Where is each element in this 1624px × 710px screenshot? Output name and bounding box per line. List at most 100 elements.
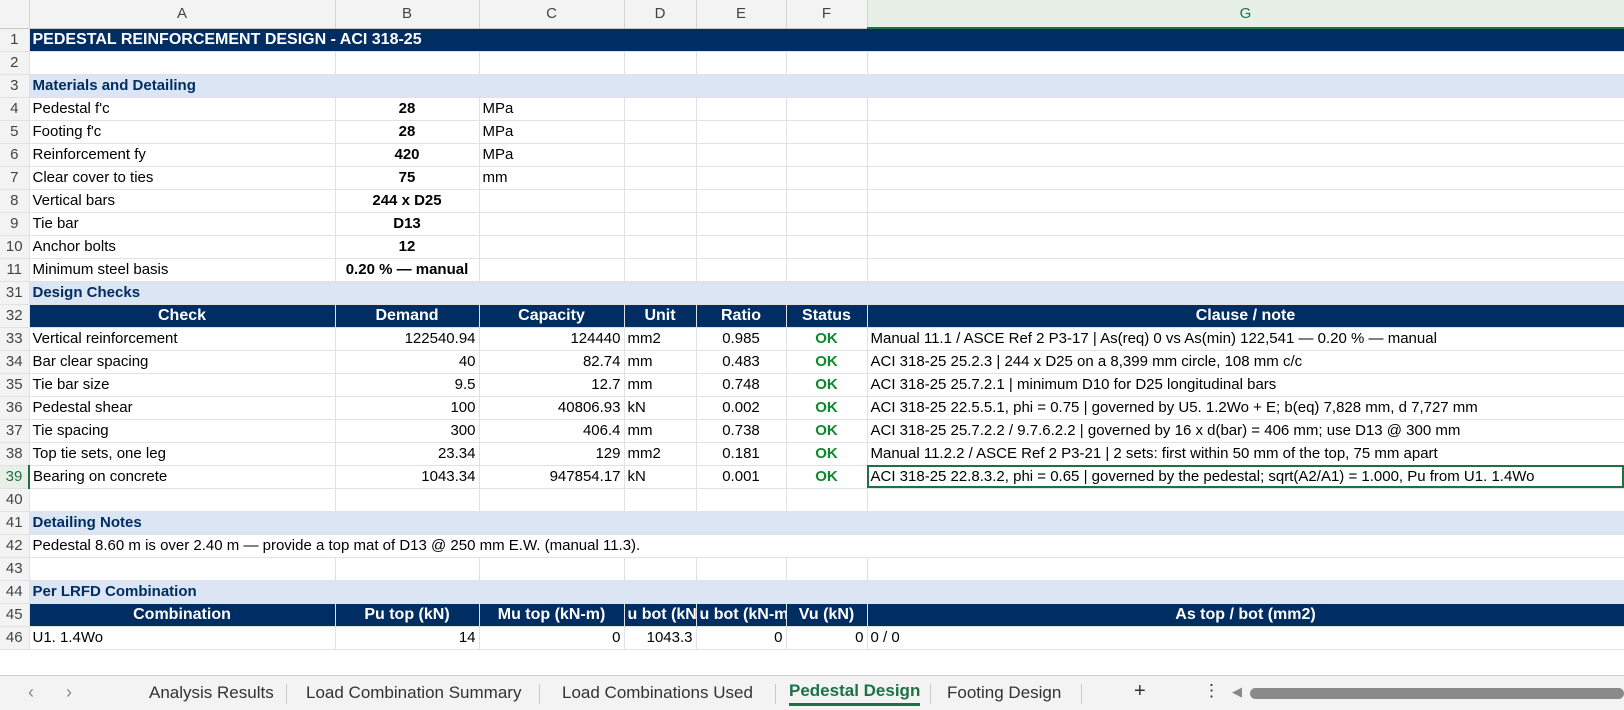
check-status[interactable]: OK — [785, 349, 868, 374]
row-header[interactable]: 45 — [0, 603, 30, 627]
check-unit[interactable]: mm — [623, 418, 697, 443]
check-demand[interactable]: 23.34 — [334, 441, 480, 466]
check-ratio[interactable]: 0.985 — [695, 326, 787, 351]
tab-footing-design[interactable]: Footing Design — [947, 683, 1061, 703]
material-value[interactable]: 75 — [334, 165, 480, 190]
cell[interactable] — [786, 258, 868, 282]
check-capacity[interactable]: 82.74 — [478, 349, 625, 374]
column-header-b[interactable]: B — [335, 0, 480, 29]
lrfd-vu[interactable]: 0 — [785, 625, 868, 650]
row-header[interactable]: 36 — [0, 396, 30, 420]
detailing-note[interactable]: Pedestal 8.60 m is over 2.40 m — provide… — [29, 534, 1624, 558]
cell[interactable] — [696, 166, 787, 190]
cell[interactable] — [696, 51, 787, 75]
check-unit[interactable]: kN — [623, 395, 697, 420]
column-header-e[interactable]: E — [696, 0, 787, 29]
check-name[interactable]: Bearing on concrete — [28, 464, 336, 489]
cell[interactable] — [624, 97, 697, 121]
prev-sheet-icon[interactable]: ‹ — [28, 682, 34, 703]
check-clause[interactable]: Manual 11.2.2 / ASCE Ref 2 P3-21 | 2 set… — [866, 441, 1624, 466]
cell[interactable] — [696, 97, 787, 121]
cell[interactable] — [696, 120, 787, 144]
section-heading-materials[interactable]: Materials and Detailing — [29, 73, 1624, 98]
cell[interactable] — [29, 488, 336, 512]
check-status[interactable]: OK — [785, 418, 868, 443]
row-header[interactable]: 1 — [0, 28, 30, 52]
material-unit[interactable]: MPa — [478, 142, 625, 167]
check-status[interactable]: OK — [785, 326, 868, 351]
check-unit[interactable]: mm2 — [623, 326, 697, 351]
row-header[interactable]: 2 — [0, 51, 30, 75]
check-name[interactable]: Top tie sets, one leg — [28, 441, 336, 466]
cell[interactable] — [867, 143, 1624, 167]
selected-cell-clause[interactable]: ACI 318-25 22.8.3.2, phi = 0.65 | govern… — [866, 464, 1624, 489]
check-capacity[interactable]: 406.4 — [478, 418, 625, 443]
row-header[interactable]: 7 — [0, 166, 30, 190]
cell[interactable] — [867, 258, 1624, 282]
row-header[interactable]: 11 — [0, 258, 30, 282]
cell[interactable] — [479, 51, 625, 75]
check-unit[interactable]: kN — [623, 464, 697, 489]
material-label[interactable]: Anchor bolts — [28, 234, 336, 259]
cell[interactable] — [786, 557, 868, 581]
material-unit[interactable] — [478, 234, 625, 259]
header-ratio[interactable]: Ratio — [696, 304, 787, 328]
check-demand[interactable]: 122540.94 — [334, 326, 480, 351]
check-clause[interactable]: Manual 11.1 / ASCE Ref 2 P3-17 | As(req)… — [866, 326, 1624, 351]
cell[interactable] — [867, 166, 1624, 190]
check-ratio[interactable]: 0.738 — [695, 418, 787, 443]
check-name[interactable]: Tie spacing — [28, 418, 336, 443]
check-unit[interactable]: mm — [623, 372, 697, 397]
row-header[interactable]: 6 — [0, 143, 30, 167]
check-clause[interactable]: ACI 318-25 25.7.2.1 | minimum D10 for D2… — [866, 372, 1624, 397]
check-unit[interactable]: mm2 — [623, 441, 697, 466]
material-label[interactable]: Vertical bars — [28, 188, 336, 213]
cell[interactable] — [696, 557, 787, 581]
check-demand[interactable]: 1043.34 — [334, 464, 480, 489]
header-mu-top[interactable]: Mu top (kN-m) — [479, 603, 625, 627]
column-header-d[interactable]: D — [624, 0, 697, 29]
row-header[interactable]: 33 — [0, 327, 30, 351]
cell[interactable] — [867, 189, 1624, 213]
cell[interactable] — [29, 557, 336, 581]
row-header[interactable]: 4 — [0, 97, 30, 121]
header-clause[interactable]: Clause / note — [867, 304, 1624, 328]
material-label[interactable]: Minimum steel basis — [28, 257, 336, 282]
cell[interactable] — [624, 212, 697, 236]
check-ratio[interactable]: 0.001 — [695, 464, 787, 489]
row-header[interactable]: 39 — [0, 465, 30, 489]
cell[interactable] — [867, 235, 1624, 259]
material-label[interactable]: Pedestal f'c — [28, 96, 336, 121]
check-name[interactable]: Pedestal shear — [28, 395, 336, 420]
header-as[interactable]: As top / bot (mm2) — [867, 603, 1624, 627]
cell[interactable] — [786, 488, 868, 512]
check-name[interactable]: Tie bar size — [28, 372, 336, 397]
cell[interactable] — [867, 120, 1624, 144]
tab-load-combination-summary[interactable]: Load Combination Summary — [306, 683, 521, 703]
check-demand[interactable]: 100 — [334, 395, 480, 420]
cell[interactable] — [335, 557, 480, 581]
header-check[interactable]: Check — [29, 304, 336, 328]
horizontal-scrollbar[interactable] — [1250, 688, 1624, 699]
sheet-title[interactable]: PEDESTAL REINFORCEMENT DESIGN - ACI 318-… — [29, 28, 1624, 52]
row-header[interactable]: 31 — [0, 281, 30, 305]
add-sheet-icon[interactable]: + — [1134, 680, 1146, 703]
cell[interactable] — [335, 51, 480, 75]
cell[interactable] — [624, 120, 697, 144]
header-pu-bot[interactable]: u bot (kN — [624, 603, 697, 627]
cell[interactable] — [624, 235, 697, 259]
row-header[interactable]: 37 — [0, 419, 30, 443]
check-clause[interactable]: ACI 318-25 25.2.3 | 244 x D25 on a 8,399… — [866, 349, 1624, 374]
cell[interactable] — [696, 258, 787, 282]
cell[interactable] — [696, 189, 787, 213]
check-ratio[interactable]: 0.483 — [695, 349, 787, 374]
check-status[interactable]: OK — [785, 464, 868, 489]
check-capacity[interactable]: 12.7 — [478, 372, 625, 397]
lrfd-pu-bot[interactable]: 1043.3 — [623, 625, 697, 650]
check-unit[interactable]: mm — [623, 349, 697, 374]
check-status[interactable]: OK — [785, 372, 868, 397]
more-options-icon[interactable]: ⋮ — [1203, 681, 1220, 701]
material-value[interactable]: 420 — [334, 142, 480, 167]
check-capacity[interactable]: 124440 — [478, 326, 625, 351]
material-unit[interactable] — [478, 188, 625, 213]
